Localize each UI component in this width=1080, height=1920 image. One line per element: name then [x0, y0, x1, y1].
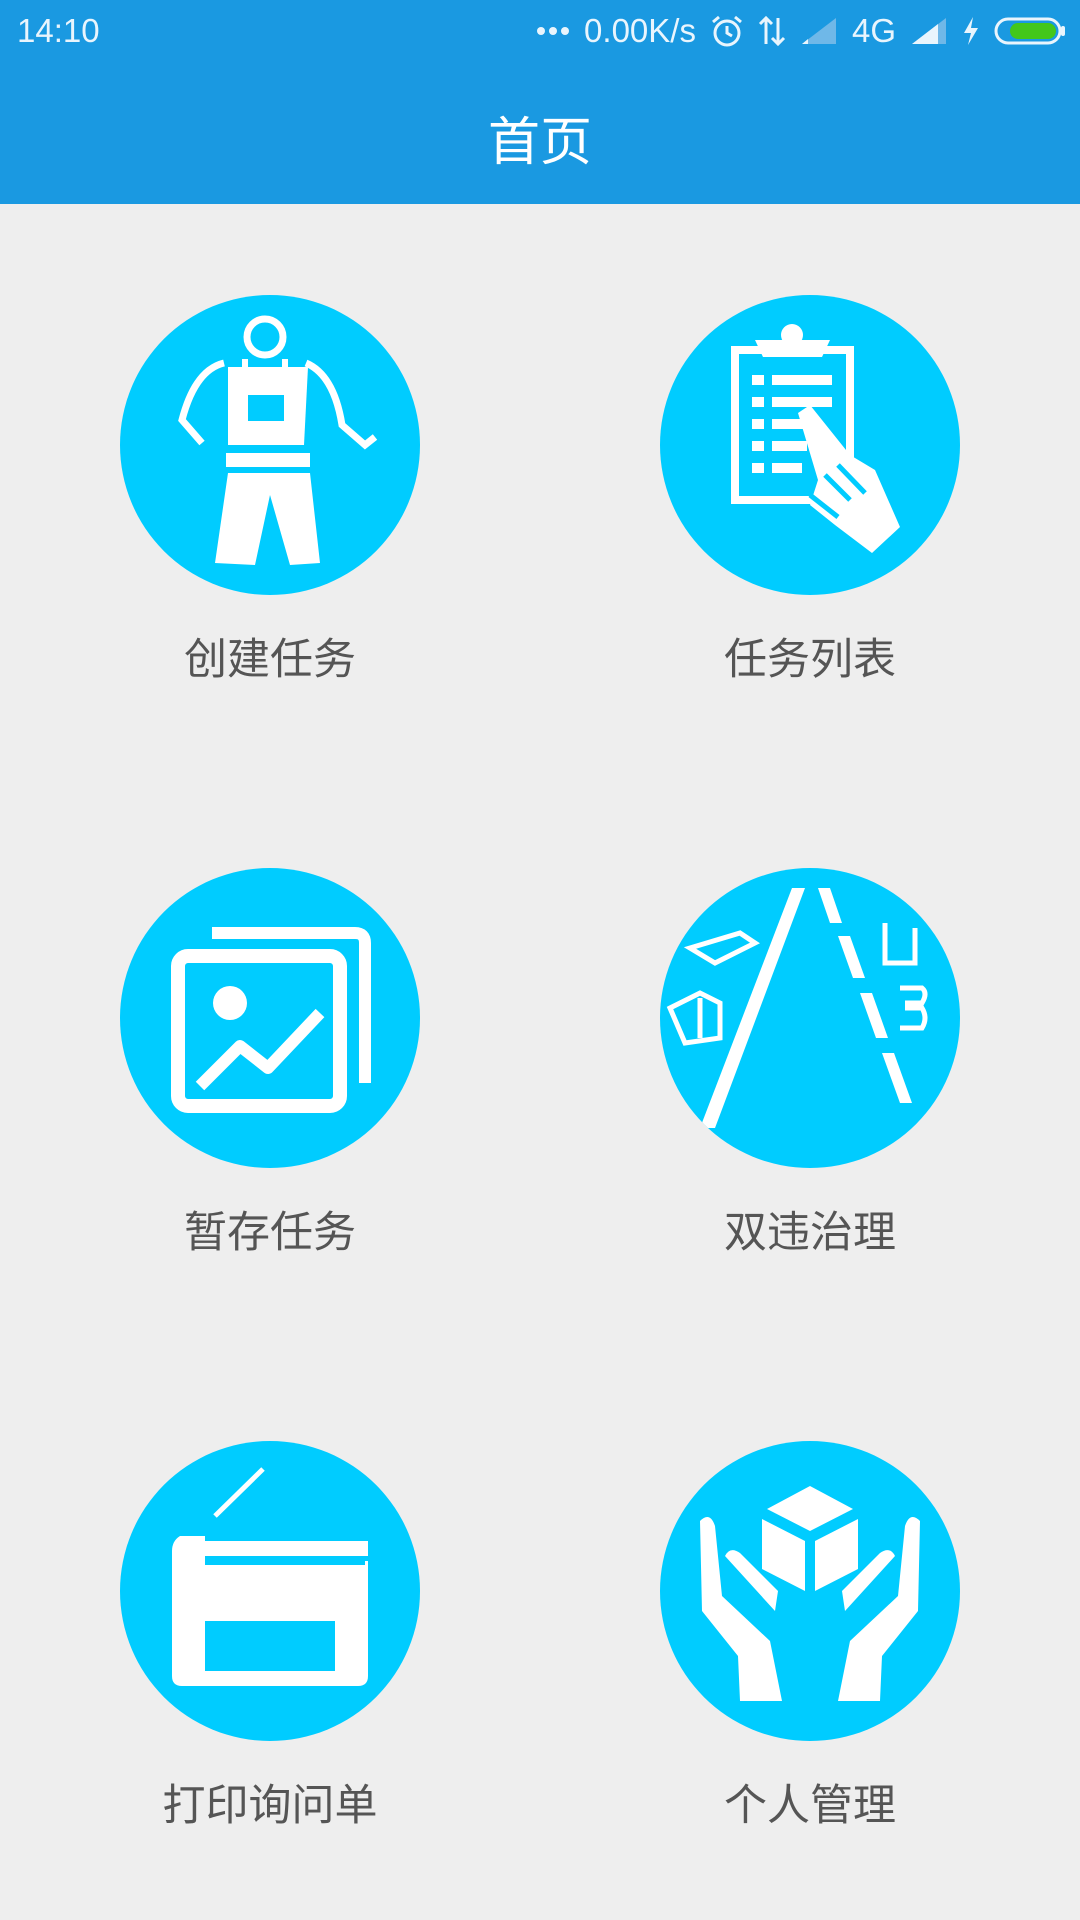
network-type: 4G	[851, 12, 896, 49]
status-bar: 14:10 0.00K/s 4G	[0, 0, 1080, 62]
menu-item-personal-management[interactable]: 个人管理	[660, 1441, 960, 1833]
menu-label-task-list: 任务列表	[724, 635, 896, 685]
dual-violation-button[interactable]	[660, 868, 960, 1168]
status-icons: 0.00K/s 4G	[536, 8, 1066, 54]
menu-label-personal-management: 个人管理	[724, 1781, 896, 1831]
menu-label-create-task: 创建任务	[184, 635, 356, 685]
menu-label-print-inquiry: 打印询问单	[162, 1781, 378, 1831]
task-list-button[interactable]	[660, 295, 960, 595]
alarm-icon	[712, 15, 742, 47]
menu-item-task-list[interactable]: 任务列表	[660, 295, 960, 687]
personal-management-button[interactable]	[660, 1441, 960, 1741]
road-icon	[666, 888, 928, 1128]
charging-icon	[964, 17, 978, 45]
worker-icon	[178, 315, 378, 565]
menu-label-draft-tasks: 暂存任务	[184, 1208, 356, 1258]
signal-icon	[912, 18, 946, 44]
printer-icon	[172, 1467, 368, 1686]
draft-tasks-button[interactable]	[120, 868, 420, 1168]
app-header: 首页	[0, 62, 1080, 204]
page-title: 首页	[487, 113, 592, 173]
menu-item-print-inquiry[interactable]: 打印询问单	[120, 1441, 420, 1833]
menu-item-dual-violation[interactable]: 双违治理	[660, 868, 960, 1260]
data-transfer-icon	[758, 15, 786, 47]
more-dots-icon	[537, 27, 570, 35]
battery-icon	[994, 17, 1065, 45]
menu-item-create-task[interactable]: 创建任务	[120, 295, 420, 687]
status-time: 14:10	[17, 12, 100, 49]
photo-gallery-icon	[171, 927, 371, 1113]
clipboard-checklist-icon	[731, 324, 900, 553]
menu-item-draft-tasks[interactable]: 暂存任务	[120, 868, 420, 1260]
hands-box-icon	[700, 1486, 920, 1701]
signal-weak-icon	[801, 18, 836, 44]
network-speed: 0.00K/s	[584, 12, 696, 49]
print-inquiry-button[interactable]	[120, 1441, 420, 1741]
menu-label-dual-violation: 双违治理	[724, 1208, 896, 1258]
create-task-button[interactable]	[120, 295, 420, 595]
